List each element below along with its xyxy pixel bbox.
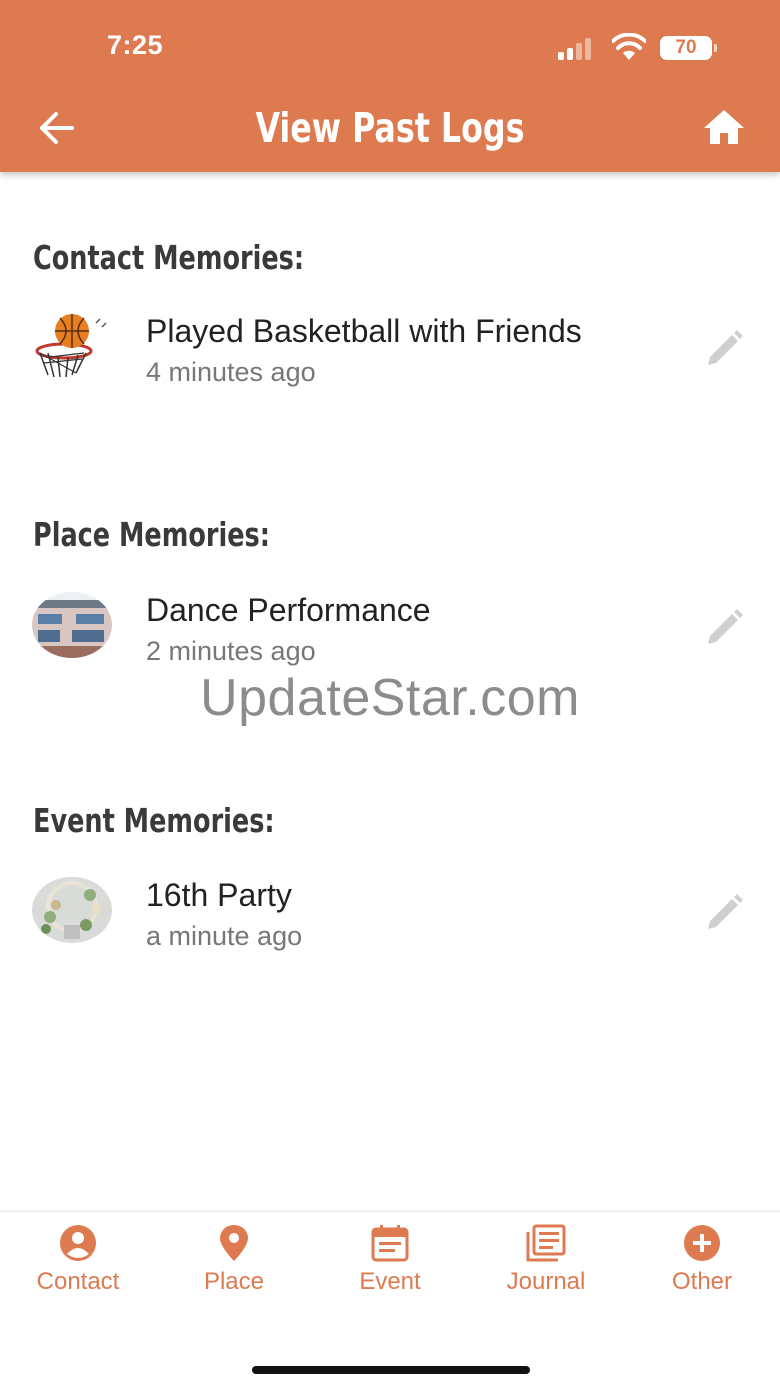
nav-item-contact[interactable]: Contact	[0, 1224, 156, 1304]
person-circle-icon	[60, 1225, 96, 1261]
nav-item-other[interactable]: Other	[624, 1224, 780, 1304]
memory-title: Dance Performance	[146, 592, 431, 628]
edit-pencil-icon[interactable]	[700, 606, 746, 652]
wifi-icon	[612, 33, 646, 60]
home-indicator	[252, 1366, 530, 1374]
memory-title: 16th Party	[146, 877, 292, 913]
section-title-contact: Contact Memories:	[33, 238, 305, 277]
watermark: UpdateStar.com	[200, 669, 580, 727]
nav-item-journal[interactable]: Journal	[468, 1224, 624, 1304]
edit-pencil-icon[interactable]	[700, 891, 746, 937]
map-pin-icon	[220, 1225, 248, 1261]
home-icon[interactable]	[702, 106, 746, 148]
section-title-place: Place Memories:	[33, 515, 270, 554]
basketball-thumbnail	[32, 313, 112, 379]
building-thumbnail	[32, 592, 112, 658]
screen: 7:25 70 View Past Logs Contact Memories:…	[0, 0, 780, 1387]
plus-circle-icon	[684, 1225, 720, 1261]
nav-item-event[interactable]: Event	[312, 1224, 468, 1304]
status-time: 7:25	[107, 30, 164, 60]
memory-item-event[interactable]: 16th Party a minute ago	[0, 877, 780, 977]
bottom-nav: Contact Place Event Journal Other	[0, 1211, 780, 1387]
nav-item-place[interactable]: Place	[156, 1224, 312, 1304]
memory-time: a minute ago	[146, 921, 303, 951]
nav-label: Event	[359, 1268, 421, 1295]
memory-time: 4 minutes ago	[146, 357, 316, 387]
journal-icon	[526, 1224, 566, 1262]
app-header: 7:25 70 View Past Logs	[0, 0, 780, 172]
nav-label: Place	[203, 1268, 265, 1295]
page-title: View Past Logs	[255, 104, 525, 152]
section-title-event: Event Memories:	[33, 801, 275, 840]
battery-indicator: 70	[660, 36, 717, 60]
status-icons: 70	[558, 33, 718, 62]
signal-icon	[558, 34, 602, 60]
edit-pencil-icon[interactable]	[700, 327, 746, 373]
memory-time: 2 minutes ago	[146, 636, 316, 666]
nav-label: Journal	[506, 1268, 586, 1295]
memory-item-contact[interactable]: Played Basketball with Friends 4 minutes…	[0, 313, 780, 413]
memory-title: Played Basketball with Friends	[146, 313, 582, 349]
nav-label: Contact	[36, 1268, 120, 1295]
calendar-icon	[371, 1225, 409, 1262]
party-thumbnail	[32, 877, 112, 943]
nav-label: Other	[671, 1268, 733, 1295]
